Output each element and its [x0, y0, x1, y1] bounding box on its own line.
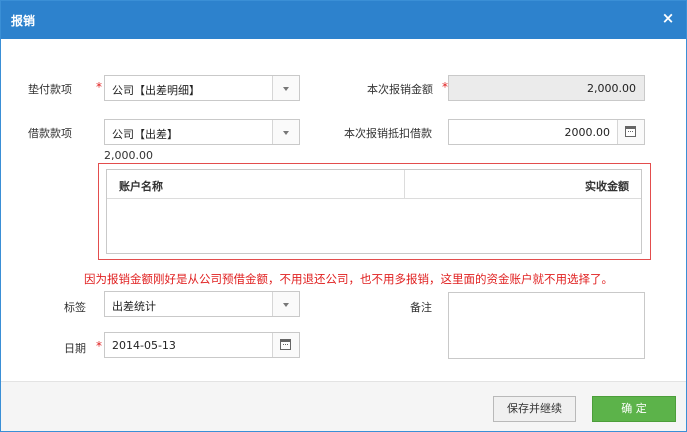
- grid-header: 账户名称 实收金额: [107, 170, 641, 199]
- chevron-down-icon[interactable]: [272, 292, 299, 316]
- chevron-down-icon[interactable]: [272, 120, 299, 144]
- advance-item-value: 公司【出差明细】: [112, 84, 200, 97]
- annotation-text: 因为报销金额刚好是从公司预借金额，不用退还公司，也不用多报销，这里面的资金账户就…: [84, 272, 613, 286]
- advance-item-label: 垫付款项: [28, 83, 72, 96]
- close-icon[interactable]: ×: [660, 10, 676, 26]
- confirm-button[interactable]: 确 定: [592, 396, 676, 422]
- advance-item-select[interactable]: 公司【出差明细】: [104, 75, 300, 101]
- tag-select[interactable]: 出差统计: [104, 291, 300, 317]
- offset-loan-label: 本次报销抵扣借款: [344, 127, 432, 140]
- note-label: 备注: [410, 301, 432, 314]
- loan-item-label: 借款款项: [28, 127, 72, 140]
- loan-balance: 2,000.00: [104, 149, 153, 162]
- required-mark: *: [96, 80, 102, 94]
- loan-item-value: 公司【出差】: [112, 128, 178, 141]
- reimburse-dialog: 报销 × 垫付款项 * 公司【出差明细】 本次报销金额 * 2,000.00 借…: [0, 0, 687, 432]
- grid-col-amount: 实收金额: [585, 180, 629, 193]
- offset-loan-value: 2000.00: [564, 126, 611, 139]
- reimburse-amount-field: 2,000.00: [448, 75, 645, 101]
- calculator-icon[interactable]: [617, 120, 644, 144]
- loan-item-select[interactable]: 公司【出差】: [104, 119, 300, 145]
- dialog-footer: [1, 381, 686, 431]
- date-input[interactable]: 2014-05-13: [104, 332, 300, 358]
- grid-col-account: 账户名称: [119, 180, 163, 193]
- offset-loan-input[interactable]: 2000.00: [448, 119, 645, 145]
- save-continue-button[interactable]: 保存并继续: [493, 396, 576, 422]
- reimburse-amount-label: 本次报销金额: [367, 83, 433, 96]
- grid-divider: [404, 170, 405, 198]
- chevron-down-icon[interactable]: [272, 76, 299, 100]
- note-textarea[interactable]: [448, 292, 645, 359]
- date-label: 日期: [64, 342, 86, 355]
- tag-value: 出差统计: [112, 300, 156, 313]
- dialog-title: 报销: [11, 14, 36, 28]
- account-grid[interactable]: 账户名称 实收金额: [106, 169, 642, 254]
- date-value: 2014-05-13: [112, 339, 176, 352]
- required-mark: *: [96, 339, 102, 353]
- tag-label: 标签: [64, 301, 86, 314]
- dialog-titlebar: 报销 ×: [1, 1, 686, 39]
- reimburse-amount-value: 2,000.00: [587, 82, 636, 95]
- calendar-icon[interactable]: [272, 333, 299, 357]
